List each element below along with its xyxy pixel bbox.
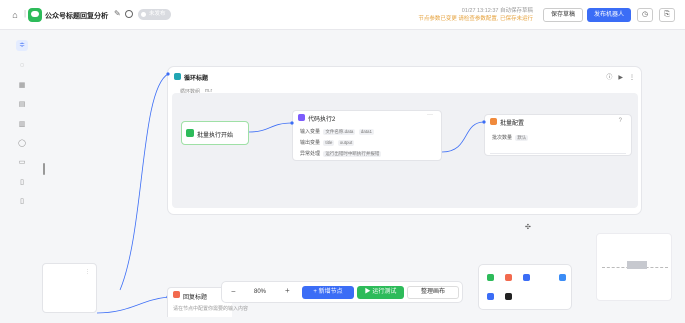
edge-to-bottom-node bbox=[96, 296, 169, 314]
info-icon[interactable]: ⓘ bbox=[606, 75, 612, 81]
panel-resize-handle[interactable] bbox=[43, 163, 45, 175]
output-vars-row: 输出变量 title output bbox=[300, 139, 356, 146]
app-logo-icon bbox=[28, 8, 42, 22]
chat-icon[interactable]: ◌ bbox=[16, 60, 28, 71]
play-icon[interactable]: ▶ bbox=[618, 75, 623, 81]
bookmark-icon[interactable] bbox=[505, 293, 512, 300]
batch-config-node[interactable]: 批量配置 ? 批次数量 默认 bbox=[484, 114, 632, 156]
input-vars-row: 输入变量 文件名称.data data1 bbox=[300, 128, 376, 135]
more-icon[interactable]: ⋮ bbox=[629, 75, 635, 81]
var-tag: 文件名称.data bbox=[323, 129, 356, 135]
add-node-button[interactable]: + 新增节点 bbox=[302, 286, 354, 299]
var-tag: title bbox=[323, 140, 335, 146]
copy-icon[interactable]: ⎘ bbox=[659, 8, 675, 22]
divider bbox=[490, 153, 626, 154]
top-bar: ⌂ | 公众号标题回复分析 ⌄ ✎ 未发布 01/27 13:12:37 自动保… bbox=[0, 0, 685, 30]
arrange-canvas-button[interactable]: 整理画布 bbox=[407, 286, 459, 299]
plugin-node-icon[interactable] bbox=[559, 274, 566, 281]
start-icon bbox=[186, 129, 194, 137]
var-tag: output bbox=[337, 140, 355, 146]
row-key: 输出变量 bbox=[300, 140, 321, 146]
llm-node-icon[interactable] bbox=[523, 274, 530, 281]
home-icon[interactable]: ⌂ bbox=[10, 10, 20, 20]
table-icon[interactable]: ▥ bbox=[16, 119, 28, 130]
left-toolbar: ≑ ◌ ▦ ▤ ▥ ◯ ▭ ▯ ▯ bbox=[12, 35, 32, 215]
row-key: 输入变量 bbox=[300, 129, 321, 135]
filter-icon[interactable]: ≑ bbox=[16, 40, 28, 51]
loop-node-title: 循环标题 bbox=[184, 76, 209, 82]
cursor-icon: ✣ bbox=[525, 224, 531, 231]
status-badge: 未发布 bbox=[138, 9, 171, 20]
var-tag: data1 bbox=[358, 129, 375, 135]
left-node[interactable]: ⋮ bbox=[42, 263, 97, 313]
batch-icon bbox=[490, 118, 497, 125]
code-icon bbox=[298, 114, 305, 121]
minimap[interactable] bbox=[596, 233, 672, 301]
reply-node-title: 回复标题 bbox=[183, 295, 208, 301]
history-icon[interactable]: ◷ bbox=[637, 8, 653, 22]
batch-start-title: 批量执行开始 bbox=[197, 133, 234, 139]
code-node-title: 代码执行2 bbox=[308, 117, 336, 123]
reply-node-icon[interactable] bbox=[505, 274, 512, 281]
var-tag: 运行出错时中断执行并报错 bbox=[323, 151, 382, 157]
batch-size-row: 批次数量 默认 bbox=[492, 134, 530, 141]
clock-icon[interactable] bbox=[125, 10, 133, 18]
more-icon[interactable]: ⋮ bbox=[85, 269, 90, 275]
quick-add-panel bbox=[478, 264, 572, 310]
file-icon[interactable]: ▯ bbox=[16, 196, 28, 207]
row-key: 批次数量 bbox=[492, 135, 513, 141]
app-title[interactable]: 公众号标题回复分析 bbox=[45, 11, 108, 21]
zoom-level: 80% bbox=[254, 289, 267, 295]
zoom-out-button[interactable]: − bbox=[231, 287, 236, 296]
run-test-button[interactable]: ▶ 运行测试 bbox=[357, 286, 404, 299]
edge-into-loop bbox=[119, 73, 169, 291]
chevron-down-icon[interactable]: ⌄ bbox=[104, 10, 110, 18]
book-icon[interactable]: ▤ bbox=[16, 99, 28, 110]
help-icon[interactable]: ? bbox=[619, 118, 622, 124]
batch-start-node[interactable]: 批量执行开始 bbox=[181, 121, 249, 145]
separator: | bbox=[24, 9, 27, 18]
message-icon[interactable]: ▭ bbox=[16, 157, 28, 168]
reply-node-desc: 请在节点中配置你需要的输入内容 bbox=[173, 306, 249, 312]
edit-icon[interactable]: ✎ bbox=[114, 9, 121, 18]
loop-actions: ⓘ ▶ ⋮ bbox=[600, 72, 635, 81]
reply-icon bbox=[173, 291, 180, 298]
row-key: 异常处理 bbox=[300, 151, 321, 157]
bubble-icon[interactable]: ◯ bbox=[16, 138, 28, 149]
knowledge-node-icon[interactable] bbox=[487, 293, 494, 300]
start-node-icon[interactable] bbox=[487, 274, 494, 281]
save-draft-button[interactable]: 保存草稿 bbox=[543, 8, 583, 22]
code-node[interactable]: 代码执行2 ··· 输入变量 文件名称.data data1 输出变量 titl… bbox=[292, 110, 442, 161]
error-handling-row: 异常处理 运行出错时中断执行并报错 bbox=[300, 150, 383, 157]
canvas-toolbar: − 80% + + 新增节点 ▶ 运行测试 整理画布 bbox=[221, 281, 463, 303]
minimap-viewport[interactable] bbox=[627, 261, 647, 269]
row-value: 默认 bbox=[515, 135, 529, 141]
loop-icon bbox=[174, 73, 181, 80]
zoom-in-button[interactable]: + bbox=[285, 286, 290, 295]
batch-node-title: 批量配置 bbox=[500, 121, 525, 127]
autosave-info: 01/27 13:12:37 自动保存草稿 bbox=[461, 8, 533, 14]
doc-icon[interactable]: ▯ bbox=[16, 177, 28, 188]
autosave-warning: 节点参数已变更 请检查参数配置, 已保存未运行 bbox=[418, 16, 533, 22]
publish-button[interactable]: 发布机器人 bbox=[587, 8, 631, 22]
more-icon[interactable]: ··· bbox=[427, 112, 433, 118]
image-icon[interactable]: ▦ bbox=[16, 80, 28, 91]
